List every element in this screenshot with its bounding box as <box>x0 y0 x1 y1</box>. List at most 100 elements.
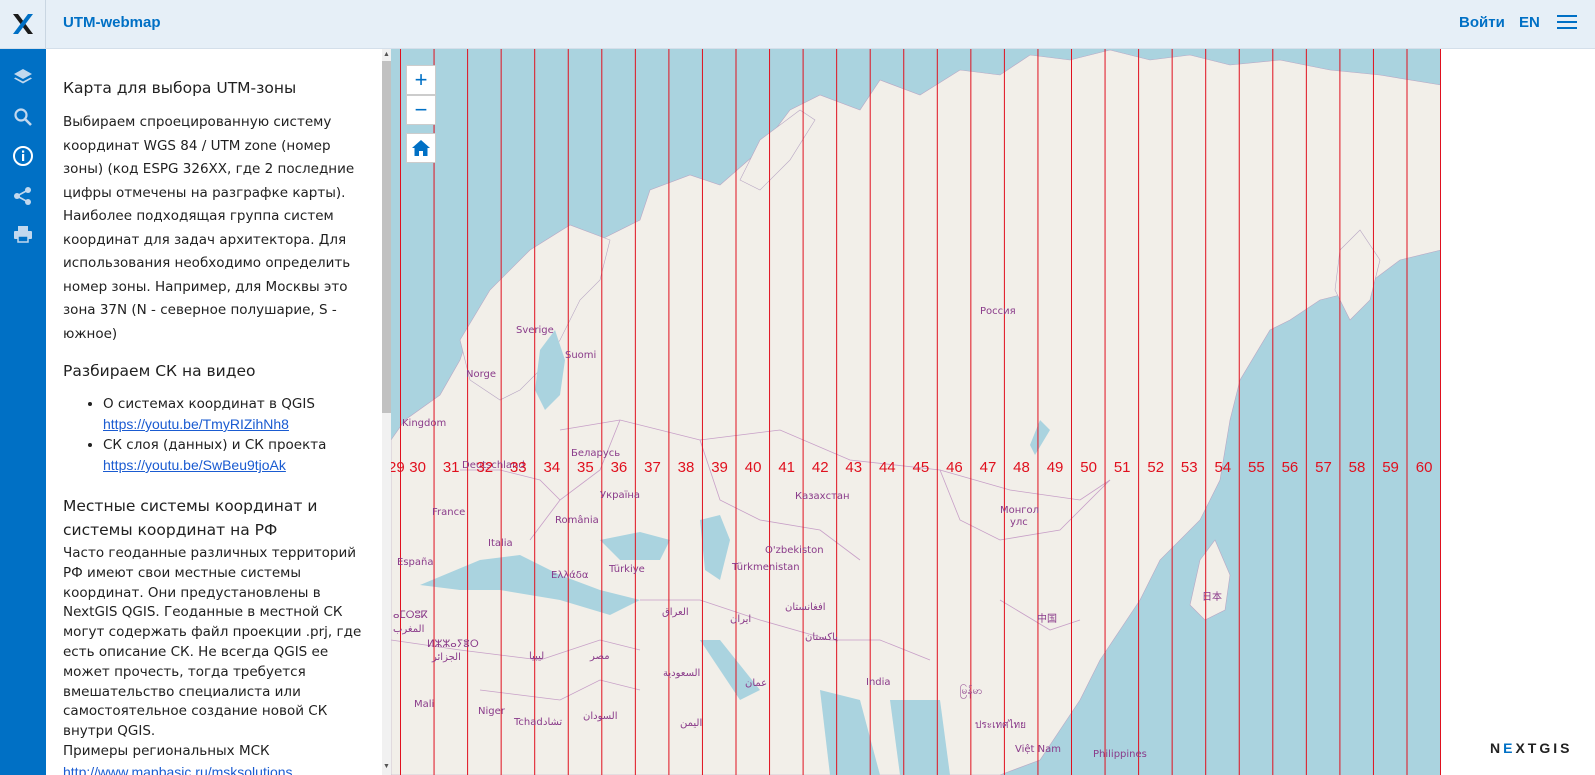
utm-zone-label: 46 <box>946 459 963 476</box>
map-place-label: Türkmenistan <box>732 562 800 573</box>
map-place-label: مصر <box>590 651 610 662</box>
utm-zone-label: 39 <box>711 459 728 476</box>
list-item: СК слоя (данных) и СК проекта https://yo… <box>103 435 366 476</box>
nextgis-logo[interactable] <box>0 0 46 48</box>
map-place-label: España <box>397 557 434 568</box>
utm-zone-label: 34 <box>543 459 561 476</box>
map-place-label: ⵍⵣⵣⴰⵢⴻⵔ <box>427 639 479 650</box>
map-place-label: Italia <box>488 538 513 549</box>
map-place-label: မြန်မာ <box>960 686 983 697</box>
utm-zone-label: 43 <box>845 459 863 476</box>
video-link-1[interactable]: https://youtu.be/TmyRIZihNh8 <box>103 416 289 432</box>
map-place-label: السودان <box>583 711 618 722</box>
utm-zone-label: 55 <box>1248 459 1265 476</box>
map-place-label: پاکستان <box>805 632 838 643</box>
map-place-label: ⴰⵎⵔⵓⴽ <box>393 610 428 621</box>
share-icon[interactable] <box>11 184 35 208</box>
utm-zone-label: 29 <box>391 459 405 476</box>
description-panel: Карта для выбора UTM-зоны Выбираем спрое… <box>46 49 382 775</box>
info-icon[interactable] <box>11 144 35 168</box>
map-place-label: Suomi <box>565 350 597 361</box>
hamburger-menu-icon[interactable] <box>1557 15 1577 33</box>
map-place-label: Việt Nam <box>1015 744 1062 755</box>
map-place-label: عمان <box>745 678 768 689</box>
map-place-label: ประเทศไทย <box>975 720 1026 731</box>
utm-zone-label: 51 <box>1113 459 1131 476</box>
map-view[interactable]: Россия Sverige Suomi Norge Kingdom Беларусь De… <box>391 49 1441 775</box>
top-header: UTM-webmap Войти EN <box>0 0 1595 49</box>
map-place-label: تشاد <box>543 717 563 728</box>
app-title[interactable]: UTM-webmap <box>63 14 161 31</box>
utm-zone-label: 47 <box>979 459 997 476</box>
layers-icon[interactable] <box>11 65 35 89</box>
map-place-label: Türkiye <box>609 564 645 575</box>
utm-zone-label: 60 <box>1415 459 1433 476</box>
utm-zone-label: 33 <box>509 459 527 476</box>
language-switch[interactable]: EN <box>1519 14 1540 31</box>
panel-scrollbar[interactable]: ▲ ▼ <box>382 49 391 775</box>
utm-zone-label: 42 <box>811 459 829 476</box>
utm-zone-label: 38 <box>677 459 695 476</box>
nextgis-brand-logo[interactable]: NEXTGIS <box>1490 740 1572 756</box>
utm-zone-label: 31 <box>442 459 460 476</box>
map-place-label: Tchad <box>514 717 543 728</box>
zoom-in-button[interactable]: + <box>406 65 436 95</box>
map-place-label: ایران <box>730 614 752 625</box>
map-place-label: Україна <box>600 490 641 501</box>
map-place-label: Беларусь <box>571 448 621 459</box>
list-item: О системах координат в QGIS https://yout… <box>103 394 366 435</box>
map-place-label: 中国 <box>1037 614 1057 625</box>
utm-zone-label: 58 <box>1348 459 1366 476</box>
map-place-label: O'zbekiston <box>765 545 824 556</box>
utm-zone-label: 49 <box>1046 459 1064 476</box>
map-place-label: 日本 <box>1202 592 1222 603</box>
scrollbar-thumb[interactable] <box>382 61 391 413</box>
map-place-label: Монгол <box>1000 505 1040 516</box>
map-place-label: اليمن <box>680 718 703 729</box>
map-place-label: улс <box>1010 517 1028 528</box>
left-toolbar <box>0 49 46 775</box>
map-place-label: Казахстан <box>795 491 850 502</box>
home-button[interactable] <box>406 133 436 163</box>
map-place-label: Sverige <box>516 325 554 336</box>
map-place-label: France <box>432 507 466 518</box>
map-place-label: Ελλάδα <box>551 570 589 581</box>
panel-paragraph-utm: Выбираем спроецированную систему координ… <box>63 114 355 342</box>
map-place-label: Philippines <box>1093 749 1147 760</box>
map-place-label: Россия <box>980 306 1016 317</box>
basemap <box>391 49 1441 775</box>
utm-zone-label: 54 <box>1214 459 1232 476</box>
utm-zone-label: 56 <box>1281 459 1299 476</box>
map-place-label: România <box>555 515 599 526</box>
map-place-label: Kingdom <box>402 418 447 429</box>
print-icon[interactable] <box>11 222 35 246</box>
msk-link[interactable]: http://www.mapbasic.ru/msksolutions <box>63 764 293 775</box>
map-place-label: Niger <box>478 706 505 717</box>
utm-zone-label: 30 <box>409 459 426 476</box>
map-place-label: الجزائر <box>432 652 461 663</box>
map-place-label: Norge <box>466 369 497 380</box>
zoom-out-button[interactable]: − <box>406 95 436 125</box>
search-icon[interactable] <box>11 105 35 129</box>
panel-heading-video: Разбираем СК на видео <box>63 362 256 380</box>
map-place-label: العراق <box>662 607 689 618</box>
video-links-list: О системах координат в QGIS https://yout… <box>63 394 366 476</box>
login-link[interactable]: Войти <box>1459 14 1505 31</box>
video-link-2[interactable]: https://youtu.be/SwBeu9tjoAk <box>103 457 286 473</box>
utm-zone-label: 37 <box>644 459 661 476</box>
utm-zone-label: 35 <box>577 459 594 476</box>
map-place-label: India <box>866 677 891 688</box>
utm-zone-label: 50 <box>1080 459 1097 476</box>
utm-zone-label: 41 <box>778 459 795 476</box>
utm-zone-label: 52 <box>1147 459 1165 476</box>
map-place-label: المغرب <box>393 624 425 635</box>
map-place-label: السعودية <box>663 668 701 679</box>
utm-zone-label: 45 <box>912 459 930 476</box>
utm-zone-label: 44 <box>878 459 896 476</box>
utm-zone-label: 53 <box>1180 459 1198 476</box>
utm-zone-label: 57 <box>1315 459 1332 476</box>
panel-paragraph-local: Часто геоданные различных территорий РФ … <box>63 545 362 740</box>
panel-heading-utm: Карта для выбора UTM-зоны <box>63 79 297 97</box>
panel-heading-local: Местные системы координат и системы коор… <box>63 497 318 539</box>
home-icon <box>412 140 430 156</box>
